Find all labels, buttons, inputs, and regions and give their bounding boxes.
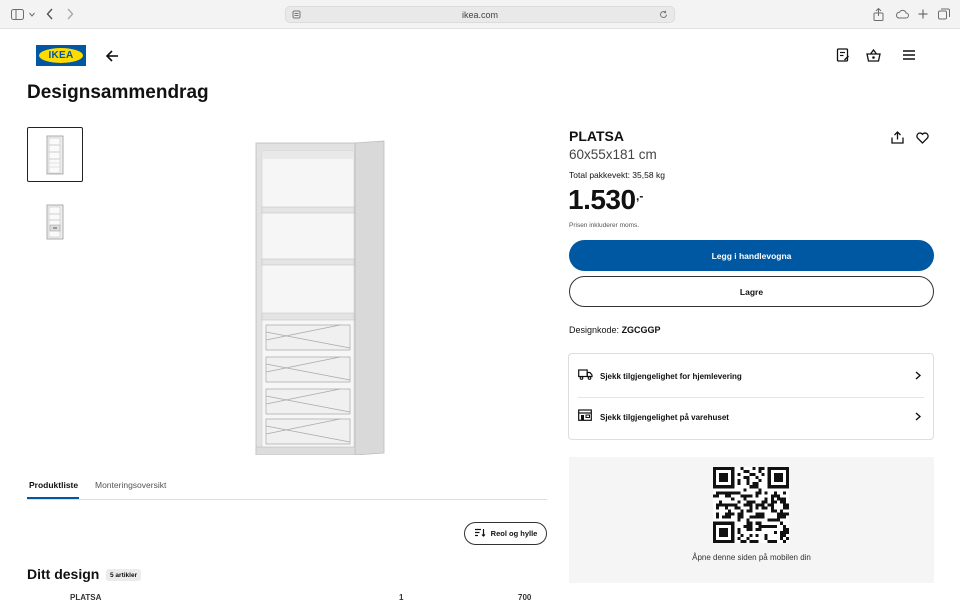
- product-hero-image: [255, 140, 385, 455]
- tab-bar: Produktliste Monteringsoversikt: [27, 478, 547, 500]
- truck-icon: [578, 367, 593, 385]
- back-arrow-icon[interactable]: [104, 48, 120, 69]
- back-nav-icon[interactable]: [46, 7, 54, 21]
- chevron-right-icon: [915, 408, 922, 426]
- design-code: Designkode: ZGCGGP: [569, 325, 661, 335]
- wardrobe-thumbnail-image: [46, 204, 64, 239]
- filter-label: Reol og hylle: [490, 529, 538, 538]
- store-icon: [578, 408, 592, 426]
- page-title: Designsammendrag: [27, 82, 209, 103]
- shopping-list-icon[interactable]: [836, 48, 850, 68]
- tab-overview-icon[interactable]: [938, 7, 950, 21]
- share-browser-icon[interactable]: [873, 7, 884, 21]
- design-title: Ditt design: [27, 566, 100, 582]
- address-bar[interactable]: ikea.com: [285, 6, 675, 23]
- site-info-icon: [292, 10, 301, 21]
- thumbnail-open[interactable]: [27, 192, 83, 247]
- price-suffix: ,-: [636, 189, 644, 203]
- item-count-badge: 5 artikler: [106, 569, 142, 581]
- qr-caption: Åpne denne siden på mobilen din: [692, 553, 811, 562]
- url-text: ikea.com: [461, 9, 498, 20]
- ikea-logo[interactable]: IKEA: [36, 45, 86, 66]
- product-dimensions: 60x55x181 cm: [569, 147, 657, 162]
- design-row-price: 700: [518, 593, 532, 602]
- reload-icon[interactable]: [659, 10, 668, 21]
- design-row-name: PLATSA: [70, 593, 102, 602]
- wardrobe-thumbnail-image: [46, 135, 64, 174]
- product-price: 1.530: [568, 184, 636, 215]
- home-delivery-label: Sjekk tilgjengelighet for hjemlevering: [600, 371, 742, 381]
- store-availability-label: Sjekk tilgjengelighet på varehuset: [600, 412, 729, 422]
- menu-icon[interactable]: [902, 48, 916, 67]
- forward-nav-icon[interactable]: [66, 7, 74, 21]
- tab-product-list[interactable]: Produktliste: [29, 480, 78, 490]
- availability-panel: Sjekk tilgjengelighet for hjemlevering S…: [568, 353, 934, 440]
- tab-assembly-overview[interactable]: Monteringsoversikt: [95, 480, 166, 490]
- chevron-down-icon[interactable]: [29, 7, 35, 21]
- sort-icon: [474, 528, 486, 539]
- vat-note: Prisen inkluderer moms.: [569, 222, 640, 229]
- new-tab-icon[interactable]: [918, 7, 928, 21]
- tab-active-indicator: [27, 497, 79, 499]
- browser-toolbar: ikea.com: [0, 0, 960, 29]
- home-delivery-row[interactable]: Sjekk tilgjengelighet for hjemlevering: [569, 355, 933, 397]
- filter-button[interactable]: Reol og hylle: [464, 522, 547, 545]
- share-icon[interactable]: [891, 131, 904, 149]
- store-availability-row[interactable]: Sjekk tilgjengelighet på varehuset: [569, 396, 933, 438]
- qr-panel: Åpne denne siden på mobilen din: [569, 457, 934, 583]
- package-weight: Total pakkevekt: 35,58 kg: [569, 170, 665, 180]
- heart-icon[interactable]: [916, 131, 929, 149]
- sidebar-icon[interactable]: [11, 7, 24, 21]
- design-row-qty: 1: [399, 593, 404, 602]
- design-code-value: ZGCGGP: [621, 325, 661, 335]
- save-button[interactable]: Lagre: [569, 276, 934, 307]
- cart-icon[interactable]: [866, 48, 881, 68]
- add-to-cart-button[interactable]: Legg i handlevogna: [569, 240, 934, 271]
- chevron-right-icon: [915, 367, 922, 385]
- product-name: PLATSA: [569, 128, 624, 144]
- thumbnail-front[interactable]: [27, 127, 83, 182]
- logo-text: IKEA: [39, 48, 83, 63]
- qr-code-image[interactable]: [713, 467, 789, 543]
- cloud-icon[interactable]: [895, 7, 909, 21]
- design-code-label: Designkode:: [569, 325, 620, 335]
